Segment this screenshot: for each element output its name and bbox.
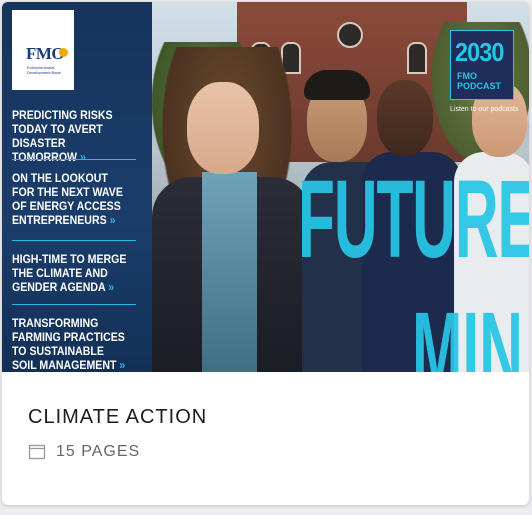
divider [12,159,136,160]
cover-side-panel: FMO Entrepreneurial Development Bank Pre… [2,2,152,372]
page-count: 15 PAGES [28,443,140,461]
fmo-logo: FMO Entrepreneurial Development Bank [12,10,74,90]
podcast-year: 2030 [455,37,504,67]
cover-headline: High-time to merge the climate and gende… [12,253,130,295]
chevron-right-icon: » [109,215,116,227]
chevron-right-icon: » [79,152,86,164]
headline-text: Transforming farming practices to sustai… [12,318,125,372]
building-window [407,42,427,74]
cover-headline: Predicting risks today to avert disaster… [12,109,130,165]
headline-text: On the lookout for the next wave of ener… [12,173,123,227]
chevron-right-icon: » [119,360,126,372]
person-man-1-hair [304,70,370,100]
cover-headline: Transforming farming practices to sustai… [12,317,130,372]
chevron-right-icon: » [108,282,115,294]
person-woman-shirt [202,172,257,372]
cover-feature-word-2: MIN [412,290,523,373]
podcast-badge: 2030 FMO PODCAST [450,30,514,100]
logo-subtitle: Entrepreneurial Development Bank [27,65,61,75]
podcast-cta: Listen to our podcasts [450,106,519,113]
cover-headline: On the lookout for the next wave of ener… [12,172,130,228]
cover-image[interactable]: FUTURE MIN 2030 FMO PODCAST Listen to ou… [2,2,529,372]
podcast-name: FMO PODCAST [457,71,502,91]
person-man-2-face [377,80,433,156]
person-woman-face [187,82,259,174]
logo-dot-icon [59,48,68,57]
publication-card[interactable]: FUTURE MIN 2030 FMO PODCAST Listen to ou… [2,2,529,505]
cover-feature-word: FUTURE [298,158,529,281]
divider [12,304,136,305]
divider [12,240,136,241]
building-round-window [337,22,363,48]
headline-text: Predicting risks today to avert disaster… [12,110,113,164]
page-count-label: 15 PAGES [56,443,141,460]
publication-title[interactable]: CLIMATE ACTION [28,406,207,429]
book-icon [28,444,46,460]
